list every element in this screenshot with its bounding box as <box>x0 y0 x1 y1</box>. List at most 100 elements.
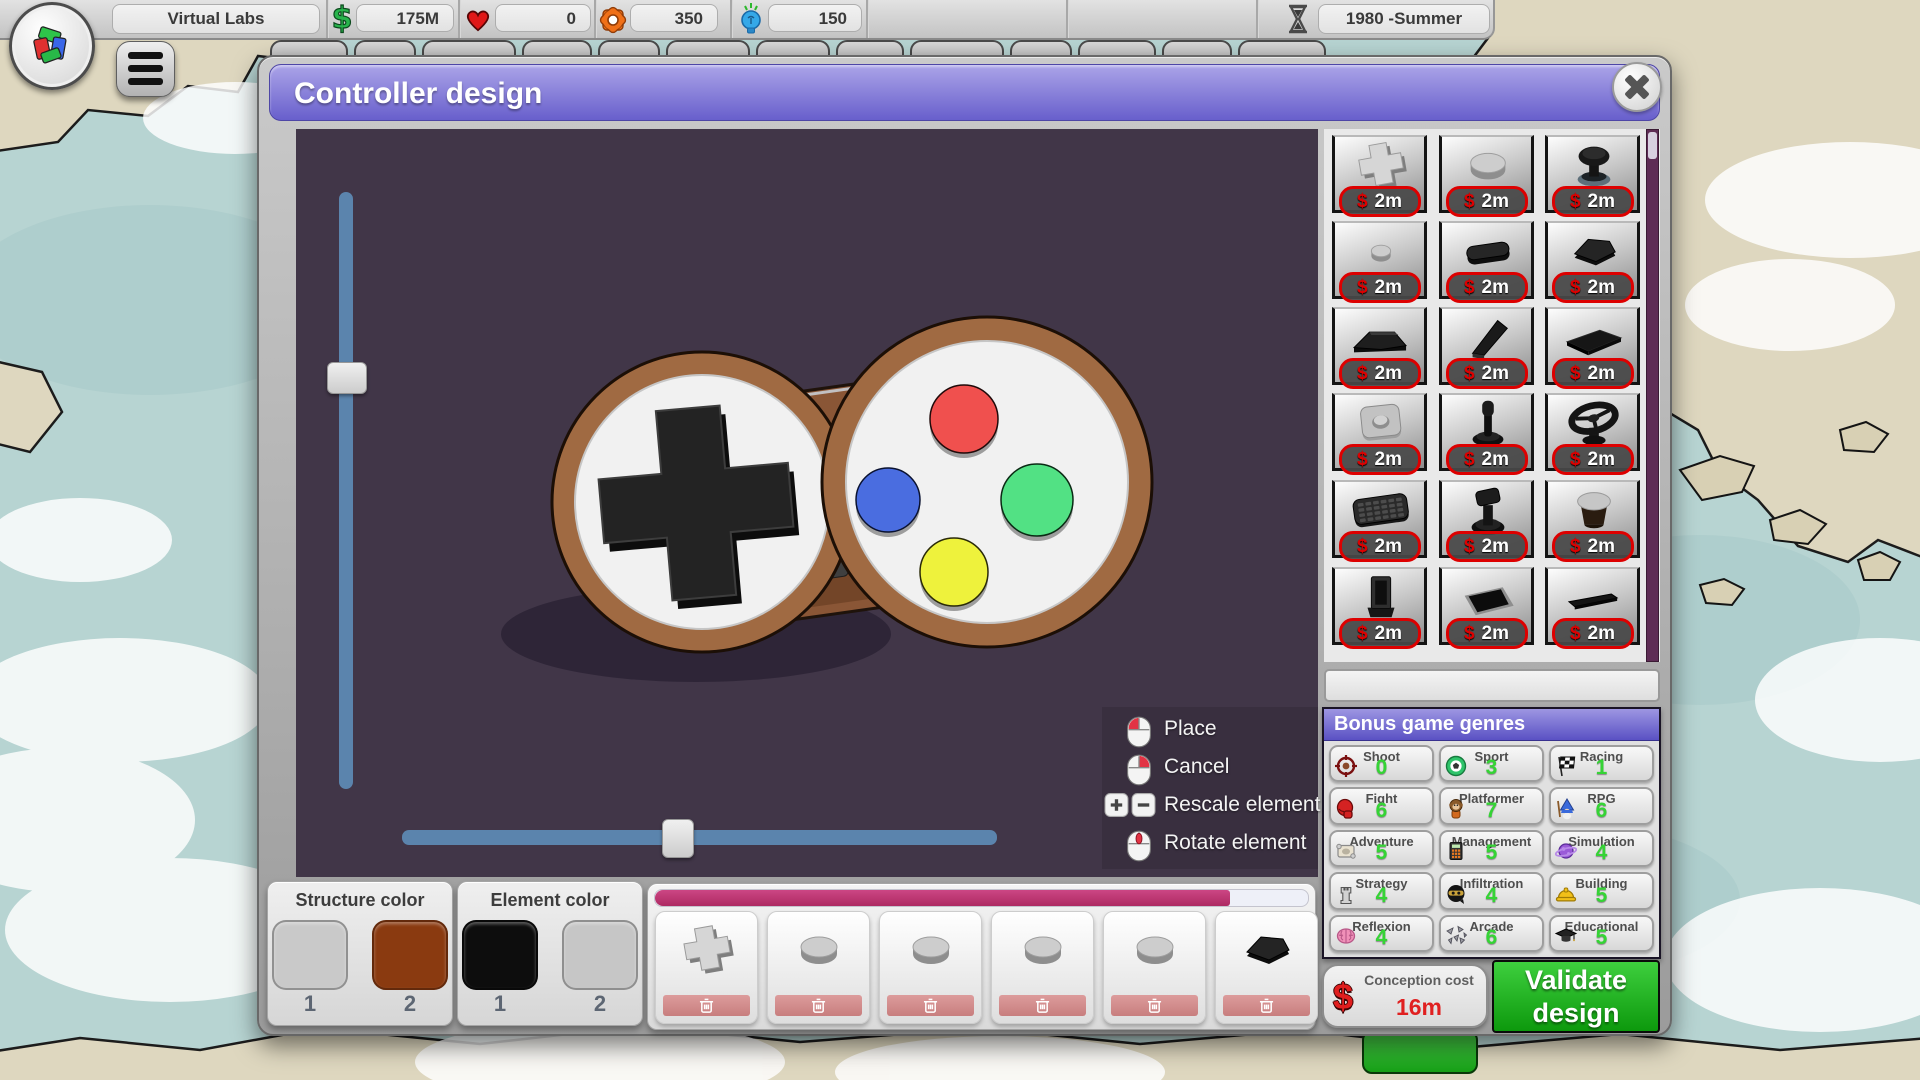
dollar-icon: $ <box>1464 277 1475 299</box>
part-round-button[interactable]: $2m <box>1439 135 1534 213</box>
placed-element-round-button[interactable] <box>991 911 1094 1024</box>
structure-color-swatch-1[interactable] <box>272 920 348 990</box>
parts-horizontal-scrollbar[interactable] <box>1324 669 1660 702</box>
part-price-badge: $2m <box>1552 358 1634 389</box>
cartridge-slot-part-image <box>1339 569 1423 623</box>
part-pentagon-plate[interactable]: $2m <box>1545 221 1640 299</box>
part-screen-plate[interactable]: $2m <box>1439 567 1534 645</box>
part-keypad[interactable]: $2m <box>1332 480 1427 558</box>
horizontal-slider-track[interactable] <box>402 830 997 845</box>
structure-color-swatches: 12 <box>268 920 452 1017</box>
dollar-icon: $ <box>1357 363 1368 385</box>
steering-wheel-part-image <box>1552 395 1636 449</box>
dollar-icon: $ <box>1570 449 1581 471</box>
placed-element-round-button[interactable] <box>767 911 870 1024</box>
part-joystick[interactable]: $2m <box>1439 393 1534 471</box>
part-flat-plate[interactable]: $2m <box>1545 307 1640 385</box>
part-price-badge: $2m <box>1339 272 1421 303</box>
trash-icon <box>1147 997 1162 1014</box>
round-button-element-image <box>891 920 971 976</box>
close-button[interactable] <box>1612 62 1662 112</box>
placed-element-dpad[interactable] <box>655 911 758 1024</box>
mouse-right-click-icon <box>1126 754 1152 786</box>
element-color-swatch-2[interactable] <box>562 920 638 990</box>
part-price-badge: $2m <box>1339 531 1421 562</box>
conception-cost-value: 16m <box>1356 994 1482 1021</box>
part-rounded-plate[interactable]: $2m <box>1439 221 1534 299</box>
part-price: 2m <box>1588 623 1615 645</box>
genre-rpg: RPG6 <box>1549 787 1654 824</box>
analog-stick-part-image <box>1552 137 1636 191</box>
company-name: Virtual Labs <box>112 4 320 34</box>
dollar-icon: $ <box>1570 363 1581 385</box>
delete-element-button[interactable] <box>663 995 750 1016</box>
element-color-swatch-1[interactable] <box>462 920 538 990</box>
part-price-badge: $2m <box>1339 186 1421 217</box>
delete-element-button[interactable] <box>775 995 862 1016</box>
part-steering-wheel[interactable]: $2m <box>1545 393 1640 471</box>
genre-building: Building5 <box>1549 872 1654 909</box>
design-canvas[interactable]: PlaceCancelRescale elementRotate element <box>296 129 1318 877</box>
part-cartridge-slot[interactable]: $2m <box>1332 567 1427 645</box>
trash-icon <box>1259 997 1274 1014</box>
structure-color-swatch-2[interactable] <box>372 920 448 990</box>
validate-design-button[interactable]: Validate design <box>1492 960 1660 1033</box>
part-thin-strip[interactable]: $2m <box>1545 567 1640 645</box>
vertical-slider-handle[interactable] <box>327 362 367 394</box>
genre-bonus-value: 3 <box>1441 756 1542 780</box>
vertical-slider-track[interactable] <box>339 192 353 789</box>
delete-element-button[interactable] <box>887 995 974 1016</box>
horizontal-slider-handle[interactable] <box>662 819 694 858</box>
dollar-icon: $ <box>1464 363 1475 385</box>
part-flight-stick[interactable]: $2m <box>1439 480 1534 558</box>
part-price: 2m <box>1588 363 1615 385</box>
part-wedge[interactable]: $2m <box>1439 307 1534 385</box>
plus-minus-keys-icon <box>1104 792 1156 818</box>
controller-design-dialog: Controller design <box>257 55 1672 1036</box>
parts-shop-panel: $2m$2m$2m$2m$2m$2m$2m$2m$2m$2m$2m$2m$2m$… <box>1324 129 1660 662</box>
small-button-part-image <box>1339 223 1423 277</box>
cost-dollar-icon: $ <box>1333 976 1353 1018</box>
trash-icon <box>923 997 938 1014</box>
trash-icon <box>699 997 714 1014</box>
rounded-plate-part-image <box>1446 223 1530 277</box>
part-small-button[interactable]: $2m <box>1332 221 1427 299</box>
part-price: 2m <box>1482 363 1509 385</box>
structure-color-panel: Structure color 12 <box>267 881 453 1026</box>
part-price: 2m <box>1482 449 1509 471</box>
bonus-genres-panel: Bonus game genres Shoot0Sport3Racing1Fig… <box>1322 707 1661 959</box>
legend-row: Rescale element <box>1102 789 1318 827</box>
swatch-number: 2 <box>404 991 416 1017</box>
genre-bonus-value: 5 <box>1551 926 1652 950</box>
delete-element-button[interactable] <box>1223 995 1310 1016</box>
placed-element-round-button[interactable] <box>879 911 982 1024</box>
legend-label: Cancel <box>1164 755 1229 779</box>
part-dpad[interactable]: $2m <box>1332 135 1427 213</box>
delete-element-button[interactable] <box>1111 995 1198 1016</box>
part-price: 2m <box>1482 191 1509 213</box>
round-button-part-image <box>1446 137 1530 191</box>
part-price-badge: $2m <box>1339 444 1421 475</box>
part-price-badge: $2m <box>1446 358 1528 389</box>
part-price: 2m <box>1375 277 1402 299</box>
round-button-element-image <box>779 920 859 976</box>
part-analog-stick[interactable]: $2m <box>1545 135 1640 213</box>
menu-button[interactable] <box>116 41 175 97</box>
delete-element-button[interactable] <box>999 995 1086 1016</box>
dollar-icon: $ <box>1464 536 1475 558</box>
ideas-value: 150 <box>768 4 862 32</box>
legend-label: Rescale element <box>1164 793 1320 817</box>
company-logo[interactable] <box>9 2 95 90</box>
hamburger-icon <box>128 52 163 59</box>
part-price-badge: $2m <box>1552 272 1634 303</box>
placed-element-pentagon-plate[interactable] <box>1215 911 1318 1024</box>
element-color-panel: Element color 12 <box>457 881 643 1026</box>
part-touchpad[interactable]: $2m <box>1332 393 1427 471</box>
part-trapezoid-base[interactable]: $2m <box>1332 307 1427 385</box>
parts-vertical-scrollbar[interactable] <box>1646 129 1659 662</box>
placed-element-round-button[interactable] <box>1103 911 1206 1024</box>
part-spinner-knob[interactable]: $2m <box>1545 480 1640 558</box>
scrollbar-thumb[interactable] <box>1648 132 1657 159</box>
part-price: 2m <box>1588 277 1615 299</box>
placed-elements-list <box>655 911 1318 1024</box>
